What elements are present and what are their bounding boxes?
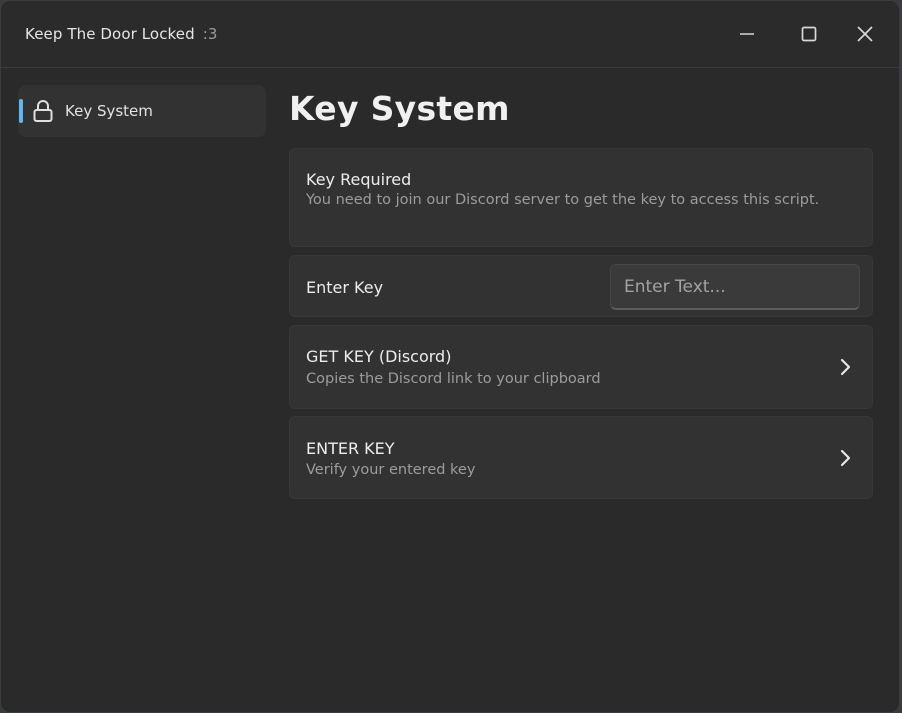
close-icon — [857, 26, 873, 42]
chevron-right-icon — [840, 449, 851, 467]
maximize-icon — [801, 26, 817, 42]
key-required-card: Key Required You need to join our Discor… — [289, 148, 873, 247]
get-key-description: Copies the Discord link to your clipboar… — [306, 371, 601, 387]
active-indicator — [19, 99, 23, 123]
window-title-suffix: :3 — [202, 25, 218, 43]
get-key-button[interactable]: GET KEY (Discord) Copies the Discord lin… — [289, 325, 873, 409]
minimize-button[interactable] — [732, 19, 762, 49]
enter-key-button-description: Verify your entered key — [306, 462, 476, 478]
window-title: Keep The Door Locked :3 — [25, 25, 218, 43]
key-required-description: You need to join our Discord server to g… — [306, 192, 820, 208]
get-key-title: GET KEY (Discord) — [306, 347, 452, 366]
enter-key-button-title: ENTER KEY — [306, 439, 395, 458]
enter-key-label: Enter Key — [306, 278, 384, 297]
enter-key-button[interactable]: ENTER KEY Verify your entered key — [289, 416, 873, 499]
key-required-title: Key Required — [306, 170, 412, 189]
page-title: Key System — [289, 89, 510, 128]
maximize-button[interactable] — [794, 19, 824, 49]
minimize-icon — [740, 33, 754, 35]
app-window: Keep The Door Locked:3 Key System Key Sy — [0, 0, 900, 713]
window-title-text: Keep The Door Locked — [25, 25, 195, 43]
sidebar-item-key-system[interactable]: Key System — [18, 85, 266, 137]
sidebar-item-label: Key System — [65, 102, 153, 120]
close-button[interactable] — [850, 19, 880, 49]
chevron-right-icon — [840, 358, 851, 376]
key-input[interactable] — [610, 264, 860, 310]
lock-icon — [33, 100, 53, 122]
title-bar: Keep The Door Locked :3 — [1, 1, 899, 68]
enter-key-card: Enter Key — [289, 255, 873, 317]
